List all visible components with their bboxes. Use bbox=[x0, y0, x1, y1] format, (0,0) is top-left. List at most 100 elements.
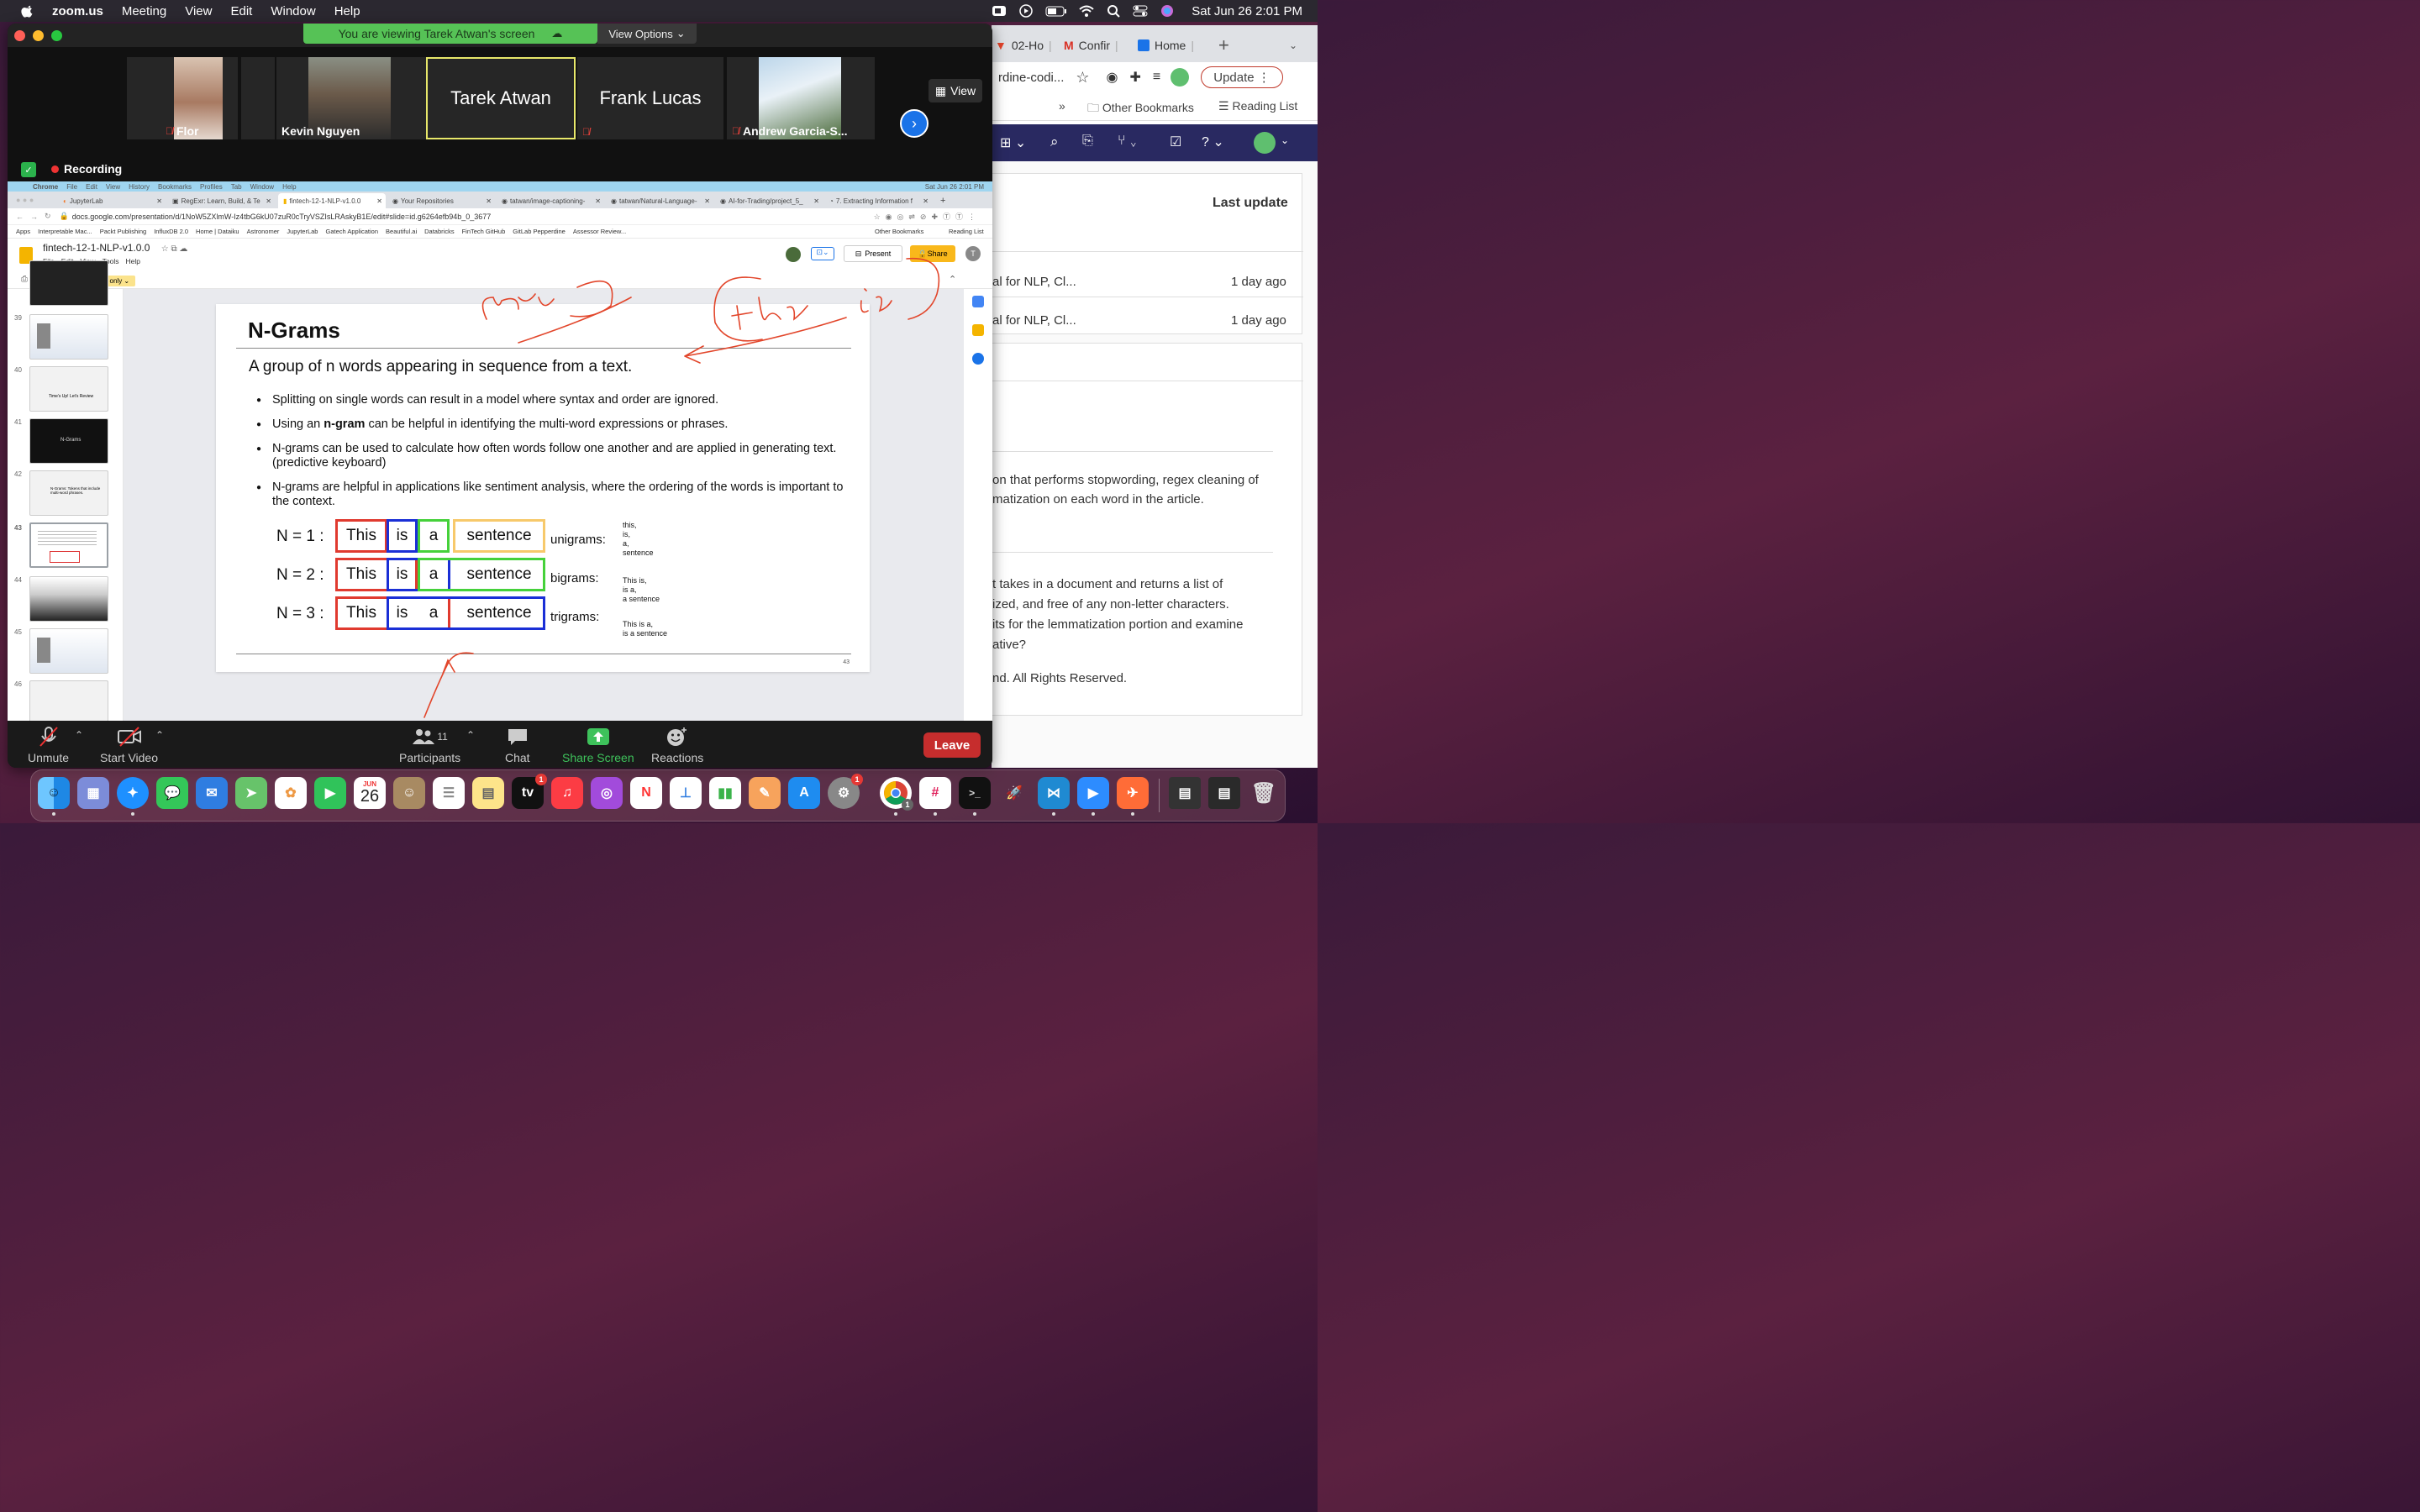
repo-row-name[interactable]: al for NLP, Cl... bbox=[992, 313, 1076, 328]
system-preferences-icon[interactable]: ⚙ 1 bbox=[828, 774, 863, 809]
extension-circle-icon[interactable]: ◉ bbox=[1107, 69, 1118, 86]
facetime-icon[interactable]: ▶ bbox=[314, 777, 346, 809]
battery-icon[interactable] bbox=[1045, 5, 1067, 17]
reading-list-icon[interactable]: ≡ bbox=[1153, 70, 1160, 85]
muted-mic-icon: 🎙̸ bbox=[582, 126, 590, 138]
reminders-icon[interactable]: ☰ bbox=[433, 777, 465, 809]
participants-button[interactable]: 11 Participants bbox=[399, 726, 460, 764]
security-shield-icon[interactable]: ✓ bbox=[21, 162, 36, 177]
photos-icon[interactable]: ✿ bbox=[275, 777, 307, 809]
close-window-icon[interactable] bbox=[14, 30, 25, 41]
participant-tile-andrew[interactable]: 🎙̸ Andrew Garcia-S... bbox=[727, 57, 875, 139]
rocket-icon[interactable]: 🚀 bbox=[998, 777, 1030, 809]
window-thumbnail-icon[interactable]: ▤ bbox=[1169, 777, 1201, 809]
news-icon[interactable]: N bbox=[630, 777, 662, 809]
safari-icon[interactable]: ✦ bbox=[117, 777, 149, 816]
participant-tile-flor[interactable]: 🎙̸ Flor bbox=[160, 57, 238, 139]
avatar-chevron-icon[interactable]: ⌄ bbox=[1281, 134, 1289, 146]
participants-count: 11 bbox=[437, 731, 448, 743]
play-icon[interactable] bbox=[1018, 4, 1034, 18]
vscode-icon[interactable]: ⋈ bbox=[1038, 777, 1070, 816]
fullscreen-window-icon[interactable] bbox=[51, 30, 62, 41]
plus-menu-icon[interactable]: ⊞ ⌄ bbox=[1000, 134, 1026, 151]
menu-view[interactable]: View bbox=[185, 4, 212, 18]
mail-icon[interactable]: ✉ bbox=[196, 777, 228, 809]
wifi-icon[interactable] bbox=[1079, 5, 1094, 17]
apple-icon[interactable] bbox=[18, 3, 37, 18]
music-icon[interactable]: ♫ bbox=[551, 777, 583, 809]
maps-icon[interactable]: ➤ bbox=[235, 777, 267, 809]
muted-mic-icon: 🎙̸ bbox=[166, 125, 173, 137]
tab-home[interactable]: Home | bbox=[1138, 30, 1194, 60]
participants-chevron-icon[interactable]: ⌃ bbox=[466, 729, 475, 741]
tab-gitlab-home[interactable]: ▼ 02-Ho | bbox=[995, 30, 1052, 60]
tab-search-chevron-icon[interactable]: ⌄ bbox=[1289, 30, 1297, 60]
puzzle-icon[interactable]: ✚ bbox=[1129, 69, 1140, 86]
slack-icon[interactable]: # bbox=[919, 777, 951, 816]
participant-tile-frank[interactable]: Frank Lucas 🎙̸ bbox=[577, 57, 723, 139]
finder-icon[interactable]: ☺ bbox=[38, 777, 70, 816]
user-avatar[interactable] bbox=[1254, 132, 1276, 154]
todo-icon[interactable]: ☑ bbox=[1170, 134, 1181, 150]
other-bookmarks-folder[interactable]: 🗀 Other Bookmarks bbox=[1087, 99, 1194, 119]
slide-thumbnail: N-Grams bbox=[29, 418, 108, 464]
search-icon[interactable]: ⌕ bbox=[1050, 134, 1059, 150]
terminal-icon[interactable]: >_ bbox=[959, 777, 991, 816]
start-video-button[interactable]: Start Video bbox=[100, 726, 158, 764]
leave-meeting-button[interactable]: Leave bbox=[923, 732, 981, 758]
notes-icon[interactable]: ▤ bbox=[472, 777, 504, 809]
next-page-arrow-icon[interactable]: › bbox=[900, 109, 929, 138]
spotlight-search-icon[interactable] bbox=[1106, 5, 1121, 18]
new-tab-plus-icon[interactable]: + bbox=[1218, 30, 1229, 60]
share-screen-button[interactable]: Share Screen bbox=[562, 726, 634, 764]
gallery-view-button[interactable]: ▦ View bbox=[929, 79, 982, 102]
postman-icon[interactable]: ✈ bbox=[1117, 777, 1149, 816]
bookmarks-overflow-icon[interactable]: » bbox=[1059, 99, 1065, 113]
launchpad-icon[interactable]: ▦ bbox=[77, 777, 109, 809]
minimize-window-icon[interactable] bbox=[33, 30, 44, 41]
zoom-status-icon[interactable] bbox=[992, 5, 1007, 17]
app-store-icon[interactable]: A bbox=[788, 777, 820, 809]
update-button[interactable]: Update ⋮ bbox=[1201, 66, 1283, 88]
apple-tv-icon[interactable]: tv 1 bbox=[512, 774, 547, 809]
numbers-icon[interactable]: ▮▮ bbox=[709, 777, 741, 809]
shared-tab: ◉ tatwan/image-captioning- ✕ bbox=[497, 193, 604, 208]
menubar-datetime[interactable]: Sat Jun 26 2:01 PM bbox=[1192, 4, 1302, 18]
chat-button[interactable]: Chat bbox=[505, 726, 530, 764]
star-icon[interactable]: ☆ bbox=[1076, 69, 1089, 87]
repo-row-name[interactable]: al for NLP, Cl... bbox=[992, 275, 1076, 289]
help-icon[interactable]: ? ⌄ bbox=[1202, 134, 1224, 150]
recording-indicator[interactable]: Recording bbox=[51, 162, 122, 176]
control-center-icon[interactable] bbox=[1133, 5, 1148, 17]
menu-app-name[interactable]: zoom.us bbox=[52, 4, 103, 18]
video-options-chevron-icon[interactable]: ⌃ bbox=[155, 729, 164, 741]
audio-options-chevron-icon[interactable]: ⌃ bbox=[75, 729, 83, 741]
siri-icon[interactable] bbox=[1160, 5, 1175, 17]
trash-icon[interactable]: 🗑 bbox=[1248, 777, 1280, 809]
calendar-icon[interactable]: JUN 26 bbox=[354, 777, 386, 809]
participant-tile-tarek[interactable]: Tarek Atwan bbox=[426, 57, 576, 139]
menu-window[interactable]: Window bbox=[271, 4, 315, 18]
window-thumbnail-icon[interactable]: ▤ bbox=[1208, 777, 1240, 809]
pages-icon[interactable]: ✎ bbox=[749, 777, 781, 809]
branch-icon[interactable]: ⑂ ⌄ bbox=[1118, 134, 1138, 149]
view-options-button[interactable]: View Options ⌄ bbox=[597, 24, 697, 44]
address-bar-fragment[interactable]: rdine-codi... bbox=[998, 71, 1064, 85]
merge-request-icon[interactable]: ⎘ bbox=[1082, 134, 1093, 149]
menu-meeting[interactable]: Meeting bbox=[122, 4, 166, 18]
zoom-icon[interactable]: ▶ bbox=[1077, 777, 1109, 816]
tab-gmail-confirm[interactable]: M Confir | bbox=[1064, 30, 1118, 60]
reactions-button[interactable]: Reactions bbox=[651, 726, 703, 764]
profile-avatar[interactable] bbox=[1171, 68, 1190, 87]
unmute-button[interactable]: Unmute bbox=[28, 726, 69, 764]
menu-help[interactable]: Help bbox=[334, 4, 360, 18]
reading-list-bookmark[interactable]: ☰ Reading List bbox=[1218, 99, 1297, 113]
contacts-icon[interactable]: ☺ bbox=[393, 777, 425, 809]
menu-edit[interactable]: Edit bbox=[230, 4, 252, 18]
keynote-icon[interactable]: ⊥ bbox=[670, 777, 702, 809]
podcasts-icon[interactable]: ◎ bbox=[591, 777, 623, 809]
chrome-icon[interactable]: 1 bbox=[880, 777, 913, 816]
readme-rule bbox=[992, 451, 1273, 452]
participant-tile-kevin[interactable]: Kevin Nguyen bbox=[276, 57, 426, 139]
messages-icon[interactable]: 💬 bbox=[156, 777, 188, 809]
